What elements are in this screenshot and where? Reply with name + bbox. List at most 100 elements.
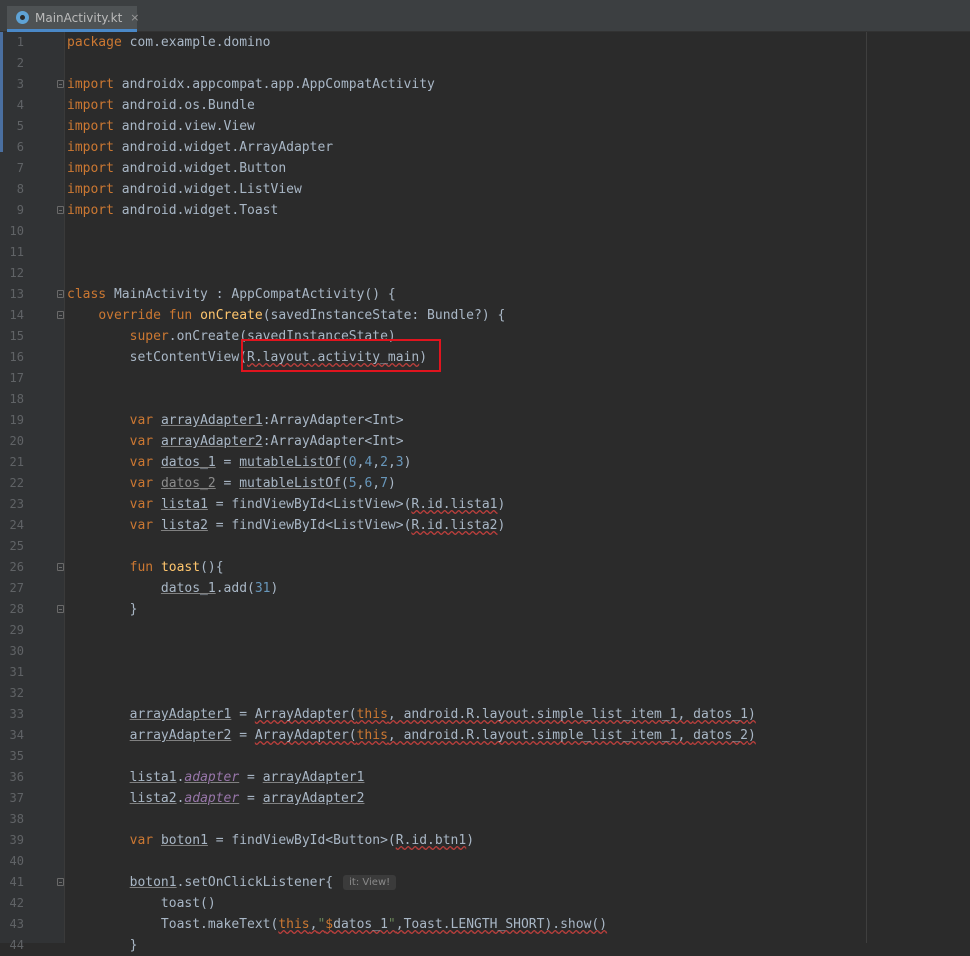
line-number: 18 (9, 392, 24, 406)
code-text: package com.example.domino (67, 32, 271, 53)
code-text: var lista2 = findViewById<ListView>(R.id… (67, 515, 506, 536)
fold-marker-icon[interactable] (57, 563, 64, 571)
fold-marker-icon[interactable] (57, 311, 64, 319)
code-token: R.id.btn1 (395, 833, 467, 848)
code-token: arrayAdapter1 (262, 770, 365, 785)
line-number: 44 (9, 938, 24, 952)
code-token: ) (497, 518, 506, 533)
code-line[interactable]: 40 (0, 851, 970, 872)
code-line[interactable]: 39 var boton1 = findViewById<Button>(R.i… (0, 830, 970, 851)
fold-marker-icon[interactable] (57, 206, 64, 214)
code-line[interactable]: 7 import android.widget.Button (0, 158, 970, 179)
line-number: 29 (9, 623, 24, 637)
code-token: package (67, 35, 130, 50)
code-line[interactable]: 32 (0, 683, 970, 704)
code-line[interactable]: 9 import android.widget.Toast (0, 200, 970, 221)
code-line[interactable]: 11 (0, 242, 970, 263)
code-token: 31 (254, 581, 271, 596)
code-line[interactable]: 17 (0, 368, 970, 389)
code-line[interactable]: 3 import androidx.appcompat.app.AppCompat… (0, 74, 970, 95)
code-text: fun toast(){ (67, 557, 224, 578)
fold-marker-icon[interactable] (57, 290, 64, 298)
code-text: boton1.setOnClickListener{it: View! (67, 872, 397, 893)
code-text: lista1.adapter = arrayAdapter1 (67, 767, 365, 788)
kotlin-file-icon (16, 11, 29, 24)
code-line[interactable]: 33 arrayAdapter1 = ArrayAdapter(this, an… (0, 704, 970, 725)
code-token: = findViewById<Button>( (207, 833, 396, 848)
close-tab-icon[interactable]: × (130, 11, 139, 24)
code-text: import androidx.appcompat.app.AppCompatA… (67, 74, 435, 95)
code-line[interactable]: 34 arrayAdapter2 = ArrayAdapter(this, an… (0, 725, 970, 746)
code-line[interactable]: 38 (0, 809, 970, 830)
code-token: toast (160, 560, 201, 575)
code-token: lista2 (160, 518, 208, 533)
fold-marker-icon[interactable] (57, 605, 64, 613)
code-line[interactable]: 15 super.onCreate(savedInstanceState) (0, 326, 970, 347)
code-line[interactable]: 13 class MainActivity : AppCompatActivity… (0, 284, 970, 305)
code-token: , (372, 455, 381, 470)
code-line[interactable]: 26 fun toast(){ (0, 557, 970, 578)
code-line[interactable]: 31 (0, 662, 970, 683)
code-token: arrayAdapter1 (160, 413, 263, 428)
code-line[interactable]: 37 lista2.adapter = arrayAdapter2 (0, 788, 970, 809)
code-line[interactable]: 35 (0, 746, 970, 767)
code-line[interactable]: 43 Toast.makeText(this,"$datos_1",Toast.… (0, 914, 970, 935)
code-token: = findViewById<ListView>( (207, 518, 412, 533)
code-text: datos_1.add(31) (67, 578, 278, 599)
code-token: adapter (184, 791, 240, 806)
code-token: R.layout.activity_main (247, 350, 420, 365)
code-line[interactable]: 42 toast() (0, 893, 970, 914)
line-number: 13 (9, 287, 24, 301)
code-line[interactable]: 1 package com.example.domino (0, 32, 970, 53)
fold-marker-icon[interactable] (57, 878, 64, 886)
tab-main-activity[interactable]: MainActivity.kt × (7, 6, 140, 32)
code-line[interactable]: 8 import android.widget.ListView (0, 179, 970, 200)
code-line[interactable]: 16 setContentView(R.layout.activity_main… (0, 347, 970, 368)
code-line[interactable]: 27 datos_1.add(31) (0, 578, 970, 599)
code-token: } (67, 602, 138, 617)
code-line[interactable]: 14 override fun onCreate(savedInstanceSt… (0, 305, 970, 326)
code-token: 0 (348, 455, 357, 470)
code-token: ) (270, 581, 279, 596)
code-line[interactable]: 18 (0, 389, 970, 410)
code-line[interactable]: 22 var datos_2 = mutableListOf(5,6,7) (0, 473, 970, 494)
code-line[interactable]: 19 var arrayAdapter1:ArrayAdapter<Int> (0, 410, 970, 431)
code-line[interactable]: 36 lista1.adapter = arrayAdapter1 (0, 767, 970, 788)
fold-marker-icon[interactable] (57, 80, 64, 88)
code-editor[interactable]: 1 package com.example.domino 2 3 import andr… (0, 32, 970, 953)
line-number: 20 (9, 434, 24, 448)
code-line[interactable]: 23 var lista1 = findViewById<ListView>(R… (0, 494, 970, 515)
code-line[interactable]: 12 (0, 263, 970, 284)
code-line[interactable]: 29 (0, 620, 970, 641)
code-token: mutableListOf (239, 476, 341, 491)
code-token: R.id.lista2 (411, 518, 498, 533)
code-token: var (129, 455, 161, 470)
line-number: 24 (9, 518, 24, 532)
code-token: ) (403, 455, 412, 470)
code-line[interactable]: 30 (0, 641, 970, 662)
code-token: var (129, 518, 161, 533)
line-number: 38 (9, 812, 24, 826)
line-number: 34 (9, 728, 24, 742)
code-line[interactable]: 24 var lista2 = findViewById<ListView>(R… (0, 515, 970, 536)
code-line[interactable]: 2 (0, 53, 970, 74)
code-line[interactable]: 25 (0, 536, 970, 557)
line-number: 8 (16, 182, 24, 196)
code-line[interactable]: 20 var arrayAdapter2:ArrayAdapter<Int> (0, 431, 970, 452)
code-line[interactable]: 21 var datos_1 = mutableListOf(0,4,2,3) (0, 452, 970, 473)
code-line[interactable]: 10 (0, 221, 970, 242)
code-line[interactable]: 4 import android.os.Bundle (0, 95, 970, 116)
code-line[interactable]: 44 } (0, 935, 970, 956)
code-line[interactable]: 41 boton1.setOnClickListener{it: View! (0, 872, 970, 893)
code-line[interactable]: 5 import android.view.View (0, 116, 970, 137)
code-line[interactable]: 28 } (0, 599, 970, 620)
code-line[interactable]: 6 import android.widget.ArrayAdapter (0, 137, 970, 158)
line-number: 3 (16, 77, 24, 91)
line-number: 15 (9, 329, 24, 343)
code-token: 7 (380, 476, 388, 491)
